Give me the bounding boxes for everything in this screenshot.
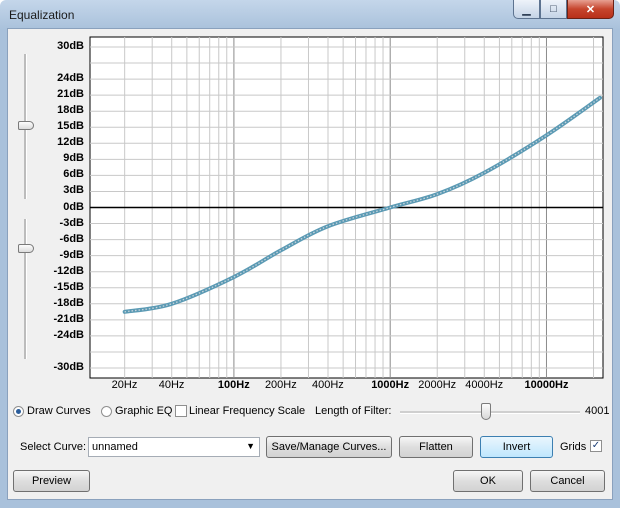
db-tick-label: 18dB bbox=[57, 104, 84, 117]
linear-frequency-checkbox[interactable] bbox=[175, 405, 187, 417]
window-title: Equalization bbox=[9, 8, 75, 22]
title-bar[interactable]: Equalization ▁ □ ✕ bbox=[0, 0, 620, 28]
maximize-button[interactable]: □ bbox=[540, 0, 567, 19]
db-tick-label: 24dB bbox=[57, 72, 84, 85]
db-axis: 30dB 24dB 21dB 18dB 15dB 12dB 9dB 6dB 3dB 0dB -3dB… bbox=[38, 29, 84, 389]
db-tick-label: 12dB bbox=[57, 136, 84, 149]
hz-tick-label: 200Hz bbox=[264, 379, 297, 391]
db-tick-label: -21dB bbox=[53, 312, 84, 325]
db-tick-label: -30dB bbox=[53, 361, 84, 373]
graphic-eq-radio[interactable] bbox=[101, 406, 112, 417]
draw-curves-radio[interactable] bbox=[13, 406, 24, 417]
graphic-eq-label[interactable]: Graphic EQ bbox=[115, 405, 172, 417]
linear-frequency-label[interactable]: Linear Frequency Scale bbox=[189, 405, 305, 417]
grids-label: Grids bbox=[560, 441, 587, 453]
db-tick-label: 0dB bbox=[63, 200, 84, 213]
hz-tick-label: 20Hz bbox=[111, 379, 138, 391]
hz-tick-label: 400Hz bbox=[311, 379, 344, 391]
max-db-slider-thumb[interactable] bbox=[18, 121, 34, 130]
min-db-slider-track[interactable] bbox=[24, 219, 27, 359]
db-tick-label: 6dB bbox=[63, 168, 84, 181]
min-db-slider-thumb[interactable] bbox=[18, 244, 34, 253]
grids-checkbox[interactable]: ✓ bbox=[590, 440, 602, 452]
hz-tick-label: 100Hz bbox=[217, 379, 250, 391]
curve-select-value: unnamed bbox=[92, 441, 138, 453]
minimize-icon: ▁ bbox=[522, 3, 531, 16]
filter-length-label: Length of Filter: bbox=[315, 405, 392, 417]
db-tick-label: -12dB bbox=[53, 264, 84, 277]
hz-axis: 20Hz 40Hz 100Hz 200Hz 400Hz 1000Hz 2000Hz 4000H… bbox=[90, 379, 603, 395]
close-button[interactable]: ✕ bbox=[567, 0, 614, 19]
save-manage-curves-button[interactable]: Save/Manage Curves... bbox=[266, 436, 392, 458]
minimize-button[interactable]: ▁ bbox=[513, 0, 540, 19]
db-tick-label: 30dB bbox=[57, 40, 84, 52]
hz-tick-label: 2000Hz bbox=[418, 379, 457, 391]
cancel-button[interactable]: Cancel bbox=[530, 470, 605, 492]
chevron-down-icon: ▼ bbox=[246, 441, 255, 451]
eq-curve-graph[interactable] bbox=[89, 36, 604, 379]
select-curve-label: Select Curve: bbox=[20, 441, 87, 453]
flatten-button[interactable]: Flatten bbox=[399, 436, 473, 458]
draw-curves-label[interactable]: Draw Curves bbox=[27, 405, 91, 417]
db-tick-label: 9dB bbox=[63, 152, 84, 165]
curve-select[interactable]: unnamed ▼ bbox=[88, 437, 260, 457]
ok-button[interactable]: OK bbox=[453, 470, 523, 492]
hz-tick-label: 4000Hz bbox=[465, 379, 504, 391]
filter-length-value: 4001 bbox=[585, 405, 610, 417]
db-tick-label: -15dB bbox=[53, 280, 84, 293]
db-tick-label: -6dB bbox=[59, 232, 84, 245]
hz-tick-label: 40Hz bbox=[158, 379, 185, 391]
db-tick-label: 3dB bbox=[63, 184, 84, 197]
db-tick-label: -9dB bbox=[59, 248, 84, 261]
db-tick-label: 15dB bbox=[57, 120, 84, 133]
dialog-client-area: 30dB 24dB 21dB 18dB 15dB 12dB 9dB 6dB 3dB 0dB -3dB… bbox=[7, 28, 613, 500]
hz-tick-label: 1000Hz bbox=[371, 379, 410, 391]
db-tick-label: -18dB bbox=[53, 296, 84, 309]
equalization-window: Equalization ▁ □ ✕ 30dB 24dB 21dB 18dB 15dB 1… bbox=[0, 0, 620, 508]
hz-tick-label: 10000Hz bbox=[524, 379, 569, 391]
close-icon: ✕ bbox=[585, 3, 596, 16]
maximize-icon: □ bbox=[550, 3, 557, 15]
db-tick-label: -24dB bbox=[53, 328, 84, 341]
db-tick-label: -3dB bbox=[59, 216, 84, 229]
db-tick-label: 21dB bbox=[57, 88, 84, 101]
filter-length-thumb[interactable] bbox=[481, 403, 492, 420]
invert-button[interactable]: Invert bbox=[480, 436, 553, 458]
preview-button[interactable]: Preview bbox=[13, 470, 90, 492]
